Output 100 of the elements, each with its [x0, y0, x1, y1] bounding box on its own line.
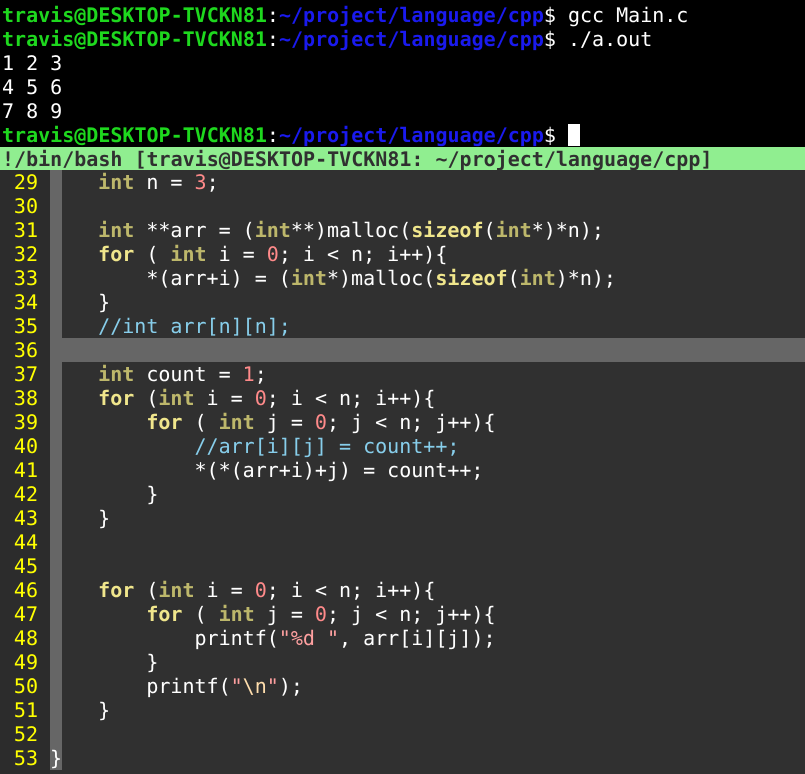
code-text: }	[145, 482, 158, 506]
prompt-path: ~/project/language/cpp	[278, 123, 544, 147]
line-number: 52	[14, 722, 38, 746]
code-text: i =	[206, 578, 244, 602]
command-text: $ gcc Main.c	[544, 3, 688, 27]
type-keyword: int	[254, 218, 291, 242]
number-literal: 0	[314, 602, 327, 626]
number-literal: 0	[266, 242, 279, 266]
code-text: n =	[145, 170, 184, 194]
code-text: j =	[266, 602, 304, 626]
output-text: 7 8 9	[2, 99, 62, 123]
prompt-separator: :	[266, 27, 279, 51]
code-text: }	[97, 698, 110, 722]
line-number: 33	[14, 266, 38, 290]
line-number: 51	[14, 698, 38, 722]
line-number: 29	[14, 170, 38, 194]
prompt-separator: :	[266, 123, 279, 147]
prompt-path: ~/project/language/cpp	[278, 3, 544, 27]
code-text: ; i < n; i++){	[278, 242, 448, 266]
escape-sequence: \n	[242, 674, 267, 698]
line-number: 31	[14, 218, 38, 242]
code-text: }	[145, 650, 158, 674]
code-text: (	[508, 266, 520, 290]
type-keyword: int	[158, 386, 195, 410]
code-comment: //arr[i][j] = count++;	[193, 434, 460, 458]
line-number: 53	[14, 746, 38, 770]
code-text: )*n);	[556, 266, 616, 290]
line-number: 30	[14, 194, 38, 218]
code-text: *(*(arr+i)+j) = count++;	[193, 458, 484, 482]
code-text: ; i < n; i++){	[266, 386, 436, 410]
type-keyword: int	[496, 218, 532, 242]
line-number: 44	[14, 530, 38, 554]
code-text: printf(	[193, 626, 279, 650]
keyword: for	[97, 386, 134, 410]
code-text: i =	[218, 242, 256, 266]
number-literal: 0	[314, 410, 327, 434]
keyword: for	[145, 410, 182, 434]
type-keyword: int	[218, 410, 255, 434]
number-literal: 1	[242, 362, 255, 386]
string-literal: "%d "	[278, 626, 339, 650]
keyword: for	[97, 578, 134, 602]
line-number: 49	[14, 650, 38, 674]
type-keyword: int	[218, 602, 255, 626]
type-keyword: int	[290, 266, 327, 290]
code-text: );	[278, 674, 303, 698]
code-text: }	[97, 506, 110, 530]
number-literal: 3	[194, 170, 207, 194]
type-keyword: int	[158, 578, 195, 602]
code-comment: //int arr[n][n];	[97, 314, 291, 338]
code-text: ;	[206, 170, 219, 194]
code-text: ;	[254, 362, 267, 386]
code-text: ; j < n; j++){	[326, 410, 496, 434]
line-number: 47	[14, 602, 38, 626]
code-text: *)malloc(	[326, 266, 436, 290]
command-text: $ ./a.out	[544, 27, 652, 51]
code-text: printf(	[145, 674, 231, 698]
prompt-user: travis@DESKTOP-TVCKN81	[2, 27, 267, 51]
code-text: *(arr+i) = (	[145, 266, 291, 290]
line-number: 34	[14, 290, 38, 314]
code-text: (	[484, 218, 496, 242]
code-text: **arr = (	[145, 218, 255, 242]
line-number: 50	[14, 674, 38, 698]
line-number: 36	[14, 338, 38, 362]
code-text: i =	[206, 386, 244, 410]
code-text: (	[145, 578, 158, 602]
string-literal: "	[266, 674, 279, 698]
status-text: !/bin/bash [travis@DESKTOP-TVCKN81: ~/project/language/cpp]	[2, 146, 712, 170]
line-number: 43	[14, 506, 38, 530]
line-number: 48	[14, 626, 38, 650]
line-number: 40	[14, 434, 38, 458]
code-text: ; j < n; j++){	[326, 602, 496, 626]
output-text: 4 5 6	[2, 75, 62, 99]
prompt-path: ~/project/language/cpp	[278, 27, 544, 51]
number-literal: 0	[254, 386, 267, 410]
code-text: (	[145, 242, 160, 266]
number-literal: 0	[254, 578, 267, 602]
type-keyword: int	[170, 242, 207, 266]
command-text: $	[544, 123, 556, 147]
keyword: sizeof	[411, 218, 484, 242]
code-text: **)malloc(	[290, 218, 412, 242]
line-number: 39	[14, 410, 38, 434]
line-number: 37	[14, 362, 38, 386]
line-number: 35	[14, 314, 38, 338]
code-text: (	[145, 386, 158, 410]
code-text: }	[50, 746, 62, 770]
code-text: (	[193, 410, 208, 434]
type-keyword: int	[520, 266, 556, 290]
line-number: 41	[14, 458, 38, 482]
line-number: 46	[14, 578, 38, 602]
keyword: for	[145, 602, 182, 626]
code-text: j =	[266, 410, 304, 434]
code-text: ; i < n; i++){	[266, 578, 436, 602]
line-number: 32	[14, 242, 38, 266]
type-keyword: int	[97, 218, 134, 242]
type-keyword: int	[97, 170, 134, 194]
output-text: 1 2 3	[2, 51, 62, 75]
keyword: sizeof	[435, 266, 508, 290]
code-text: }	[97, 290, 110, 314]
prompt-separator: :	[266, 3, 279, 27]
keyword: for	[97, 242, 134, 266]
